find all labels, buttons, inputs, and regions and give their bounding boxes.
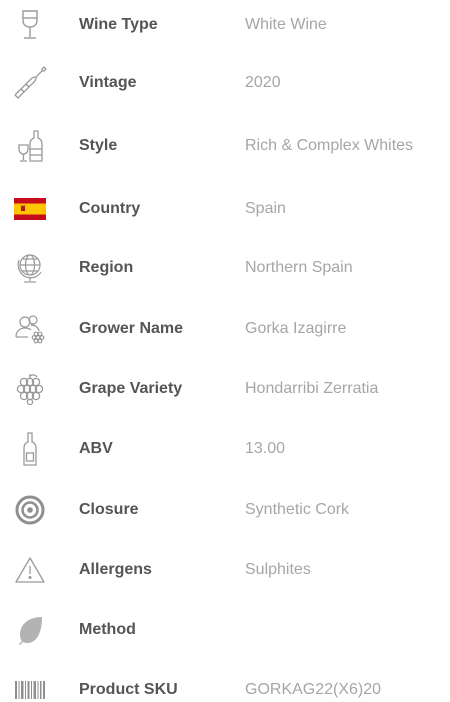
spec-label-closure: Closure	[79, 501, 139, 518]
spec-value-product-sku: GORKAG22(X6)20	[245, 681, 382, 698]
warning-triangle-icon	[8, 545, 52, 595]
spec-row-product-sku: Product SKU GORKAG22(X6)20	[0, 665, 450, 702]
spec-label-style: Style	[79, 137, 118, 154]
abv-bottle-icon	[8, 424, 52, 474]
leaf-icon	[8, 605, 52, 655]
globe-icon	[8, 243, 52, 293]
spec-row-grape-variety: Grape Variety Hondarribi Zerratia	[0, 364, 450, 414]
spec-row-allergens: Allergens Sulphites	[0, 545, 450, 595]
spec-label-method: Method	[79, 621, 136, 638]
spec-value-style: Rich & Complex Whites	[245, 137, 414, 154]
spec-row-style: Style Rich & Complex Whites	[0, 121, 450, 171]
grower-people-icon	[8, 304, 52, 354]
spec-value-allergens: Sulphites	[245, 561, 311, 578]
closure-target-icon	[8, 485, 52, 535]
spec-value-country: Spain	[245, 200, 286, 217]
spec-label-region: Region	[79, 259, 134, 276]
spec-row-country: Country Spain	[0, 184, 450, 234]
spec-row-region: Region Northern Spain	[0, 243, 450, 293]
spec-label-product-sku: Product SKU	[79, 681, 178, 698]
spain-flag-icon	[8, 184, 52, 234]
spec-value-grape-variety: Hondarribi Zerratia	[245, 380, 379, 397]
spec-value-grower-name: Gorka Izagirre	[245, 320, 347, 337]
wine-glass-icon	[8, 0, 52, 50]
barcode-icon	[8, 665, 52, 702]
glass-and-bottle-icon	[8, 121, 52, 171]
grape-cluster-icon	[8, 364, 52, 414]
spec-row-closure: Closure Synthetic Cork	[0, 485, 450, 535]
spec-value-vintage: 2020	[245, 74, 281, 91]
spec-label-abv: ABV	[79, 440, 113, 457]
spec-row-wine-type: Wine Type White Wine	[0, 0, 450, 50]
spec-row-vintage: Vintage 2020	[0, 58, 450, 108]
spec-label-country: Country	[79, 200, 141, 217]
spec-value-region: Northern Spain	[245, 259, 353, 276]
spec-label-wine-type: Wine Type	[79, 16, 158, 33]
spec-label-vintage: Vintage	[79, 74, 137, 91]
spec-value-closure: Synthetic Cork	[245, 501, 350, 518]
spec-label-grower-name: Grower Name	[79, 320, 184, 337]
spec-value-abv: 13.00	[245, 440, 286, 457]
spec-label-grape-variety: Grape Variety	[79, 380, 183, 397]
spec-row-abv: ABV 13.00	[0, 424, 450, 474]
wine-bottle-icon	[8, 58, 52, 108]
spec-row-grower-name: Grower Name Gorka Izagirre	[0, 304, 450, 354]
spec-label-allergens: Allergens	[79, 561, 152, 578]
spec-value-wine-type: White Wine	[245, 16, 327, 33]
spec-row-method: Method	[0, 605, 450, 655]
